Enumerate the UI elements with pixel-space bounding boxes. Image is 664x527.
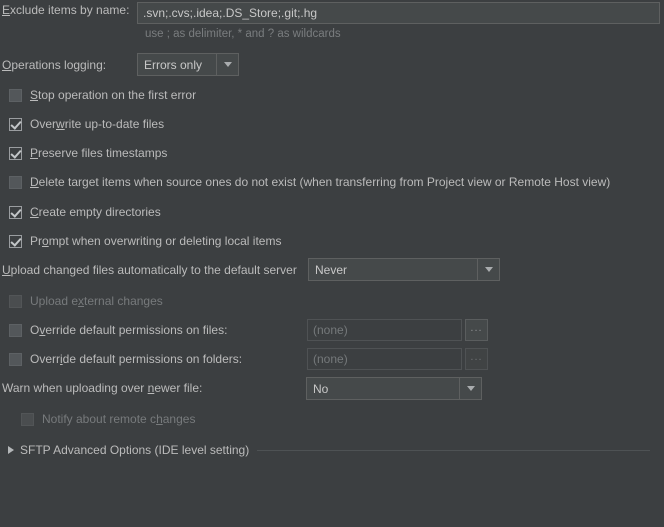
checkbox-overwrite-up-to-date-files[interactable] xyxy=(9,117,22,131)
checkbox-text-stop-operation: top operation on the first error xyxy=(38,88,197,102)
section-divider xyxy=(257,449,650,451)
checkbox-notify-about-remote-changes[interactable] xyxy=(21,412,34,426)
checkbox-text-overwrite-pre: Over xyxy=(30,117,57,131)
checkbox-mnemonic-stop-operation: S xyxy=(30,88,39,102)
checkbox-stop-operation-on-first-error[interactable] xyxy=(9,88,22,102)
checkbox-label-upload-external-changes: Upload external changes xyxy=(30,294,163,308)
checkbox-text-override-files: erride default permissions on files: xyxy=(45,323,228,337)
checkbox-text-notify-remote-pre: Notify about remote c xyxy=(42,412,157,426)
exclude-items-input[interactable]: .svn;.cvs;.idea;.DS_Store;.git;.hg xyxy=(137,2,660,24)
checkbox-label-overwrite-up-to-date: Overwrite up-to-date files xyxy=(30,117,164,131)
checkbox-mnemonic-prompt: o xyxy=(42,234,49,248)
chevron-right-icon[interactable] xyxy=(8,446,14,454)
checkbox-row-override-files[interactable]: Override default permissions on files: xyxy=(9,323,227,337)
override-folders-permissions-value: (none) xyxy=(313,352,348,366)
override-folders-permissions-input[interactable]: (none) xyxy=(307,348,462,370)
checkbox-label-override-files: Override default permissions on files: xyxy=(30,323,227,337)
operations-logging-combo[interactable]: Errors only xyxy=(137,53,239,76)
checkbox-row-create-empty-directories[interactable]: Create empty directories xyxy=(9,205,161,219)
checkbox-label-preserve-timestamps: Preserve files timestamps xyxy=(30,146,167,160)
checkbox-mnemonic-preserve: P xyxy=(30,146,39,160)
chevron-down-icon[interactable] xyxy=(459,378,481,399)
checkbox-prompt-when-overwriting[interactable] xyxy=(9,234,22,248)
checkbox-row-overwrite-up-to-date[interactable]: Overwrite up-to-date files xyxy=(9,117,164,131)
warn-newer-label-row: Warn when uploading over newer file: xyxy=(2,381,202,395)
override-files-permissions-input[interactable]: (none) xyxy=(307,319,462,341)
warn-newer-label-text: ewer file: xyxy=(154,381,203,395)
checkbox-preserve-files-timestamps[interactable] xyxy=(9,146,22,160)
operations-logging-value: Errors only xyxy=(144,57,203,72)
checkbox-row-notify-remote-changes[interactable]: Notify about remote changes xyxy=(21,412,195,426)
override-folders-browse-button[interactable]: ... xyxy=(465,348,488,370)
upload-auto-mnemonic: U xyxy=(2,263,11,277)
upload-auto-label-text: pload changed files automatically to the… xyxy=(10,263,297,277)
checkbox-override-default-permissions-files[interactable] xyxy=(9,323,22,337)
checkbox-mnemonic-notify-remote: h xyxy=(156,412,163,426)
warn-newer-combo[interactable]: No xyxy=(306,377,482,400)
upload-auto-combo[interactable]: Never xyxy=(308,258,500,281)
operations-logging-label-text: perations logging: xyxy=(11,58,107,72)
checkbox-label-delete-target-items: Delete target items when source ones do … xyxy=(30,175,610,189)
checkbox-mnemonic-overwrite: w xyxy=(56,117,65,131)
checkbox-row-override-folders[interactable]: Override default permissions on folders: xyxy=(9,352,242,366)
checkbox-text-prompt: mpt when overwriting or deleting local i… xyxy=(48,234,282,248)
operations-logging-mnemonic: O xyxy=(2,58,12,72)
checkbox-text-create: reate empty directories xyxy=(38,205,161,219)
chevron-down-icon[interactable] xyxy=(216,54,238,75)
checkbox-upload-external-changes[interactable] xyxy=(9,294,22,308)
checkbox-text-override-files-pre: O xyxy=(30,323,40,337)
checkbox-label-override-folders: Override default permissions on folders: xyxy=(30,352,242,366)
operations-logging-label-row: Operations logging: xyxy=(2,58,106,72)
sftp-deployment-options-panel: Exclude items by name: .svn;.cvs;.idea;.… xyxy=(0,0,664,527)
checkbox-row-prompt-overwriting[interactable]: Prompt when overwriting or deleting loca… xyxy=(9,234,281,248)
checkbox-text-override-folders-pre: Overr xyxy=(30,352,60,366)
checkbox-text-override-folders: de default permissions on folders: xyxy=(62,352,243,366)
checkbox-text-notify-remote: anges xyxy=(162,412,196,426)
warn-newer-value: No xyxy=(313,381,329,396)
checkbox-label-stop-operation: Stop operation on the first error xyxy=(30,88,196,102)
exclude-items-value: .svn;.cvs;.idea;.DS_Store;.git;.hg xyxy=(143,6,318,20)
checkbox-row-stop-operation[interactable]: Stop operation on the first error xyxy=(9,88,196,102)
checkbox-row-delete-target-items[interactable]: Delete target items when source ones do … xyxy=(9,175,610,189)
checkbox-text-prompt-pre: Pr xyxy=(30,234,42,248)
sftp-advanced-options-title: SFTP Advanced Options (IDE level setting… xyxy=(20,443,250,457)
upload-auto-label: Upload changed files automatically to th… xyxy=(2,263,297,277)
upload-auto-value: Never xyxy=(315,262,348,277)
override-files-permissions-value: (none) xyxy=(313,323,348,337)
checkbox-text-preserve: reserve files timestamps xyxy=(38,146,168,160)
checkbox-mnemonic-create: C xyxy=(30,205,39,219)
checkbox-override-default-permissions-folders[interactable] xyxy=(9,352,22,366)
checkbox-text-delete: elete target items when source ones do n… xyxy=(38,175,611,189)
checkbox-create-empty-directories[interactable] xyxy=(9,205,22,219)
checkbox-text-overwrite: rite up-to-date files xyxy=(64,117,165,131)
ellipsis-icon: ... xyxy=(470,350,483,363)
exclude-items-mnemonic: E xyxy=(2,3,11,17)
checkbox-row-preserve-timestamps[interactable]: Preserve files timestamps xyxy=(9,146,167,160)
checkbox-label-create-empty-directories: Create empty directories xyxy=(30,205,161,219)
exclude-items-label-text: xclude items by name: xyxy=(10,3,130,17)
ellipsis-icon: ... xyxy=(470,321,483,334)
exclude-items-hint-row: use ; as delimiter, * and ? as wildcards xyxy=(145,28,341,40)
checkbox-label-prompt-overwriting: Prompt when overwriting or deleting loca… xyxy=(30,234,281,248)
exclude-items-hint: use ; as delimiter, * and ? as wildcards xyxy=(145,28,341,40)
sftp-advanced-options-section-header[interactable]: SFTP Advanced Options (IDE level setting… xyxy=(8,443,656,457)
upload-auto-label-row: Upload changed files automatically to th… xyxy=(2,263,297,277)
checkbox-mnemonic-delete: D xyxy=(30,175,39,189)
chevron-down-icon[interactable] xyxy=(477,259,499,280)
override-files-browse-button[interactable]: ... xyxy=(465,319,488,341)
exclude-items-label-row: Exclude items by name: xyxy=(2,3,129,17)
warn-newer-label-pre: Warn when uploading over xyxy=(2,381,148,395)
warn-newer-label: Warn when uploading over newer file: xyxy=(2,381,202,395)
operations-logging-label: Operations logging: xyxy=(2,58,106,72)
checkbox-row-upload-external-changes[interactable]: Upload external changes xyxy=(9,294,163,308)
checkbox-delete-target-items[interactable] xyxy=(9,175,22,189)
checkbox-label-notify-remote-changes: Notify about remote changes xyxy=(42,412,195,426)
exclude-items-label: Exclude items by name: xyxy=(2,3,129,17)
checkbox-text-upload-external: ternal changes xyxy=(84,294,163,308)
checkbox-text-upload-external-pre: Upload e xyxy=(30,294,79,308)
